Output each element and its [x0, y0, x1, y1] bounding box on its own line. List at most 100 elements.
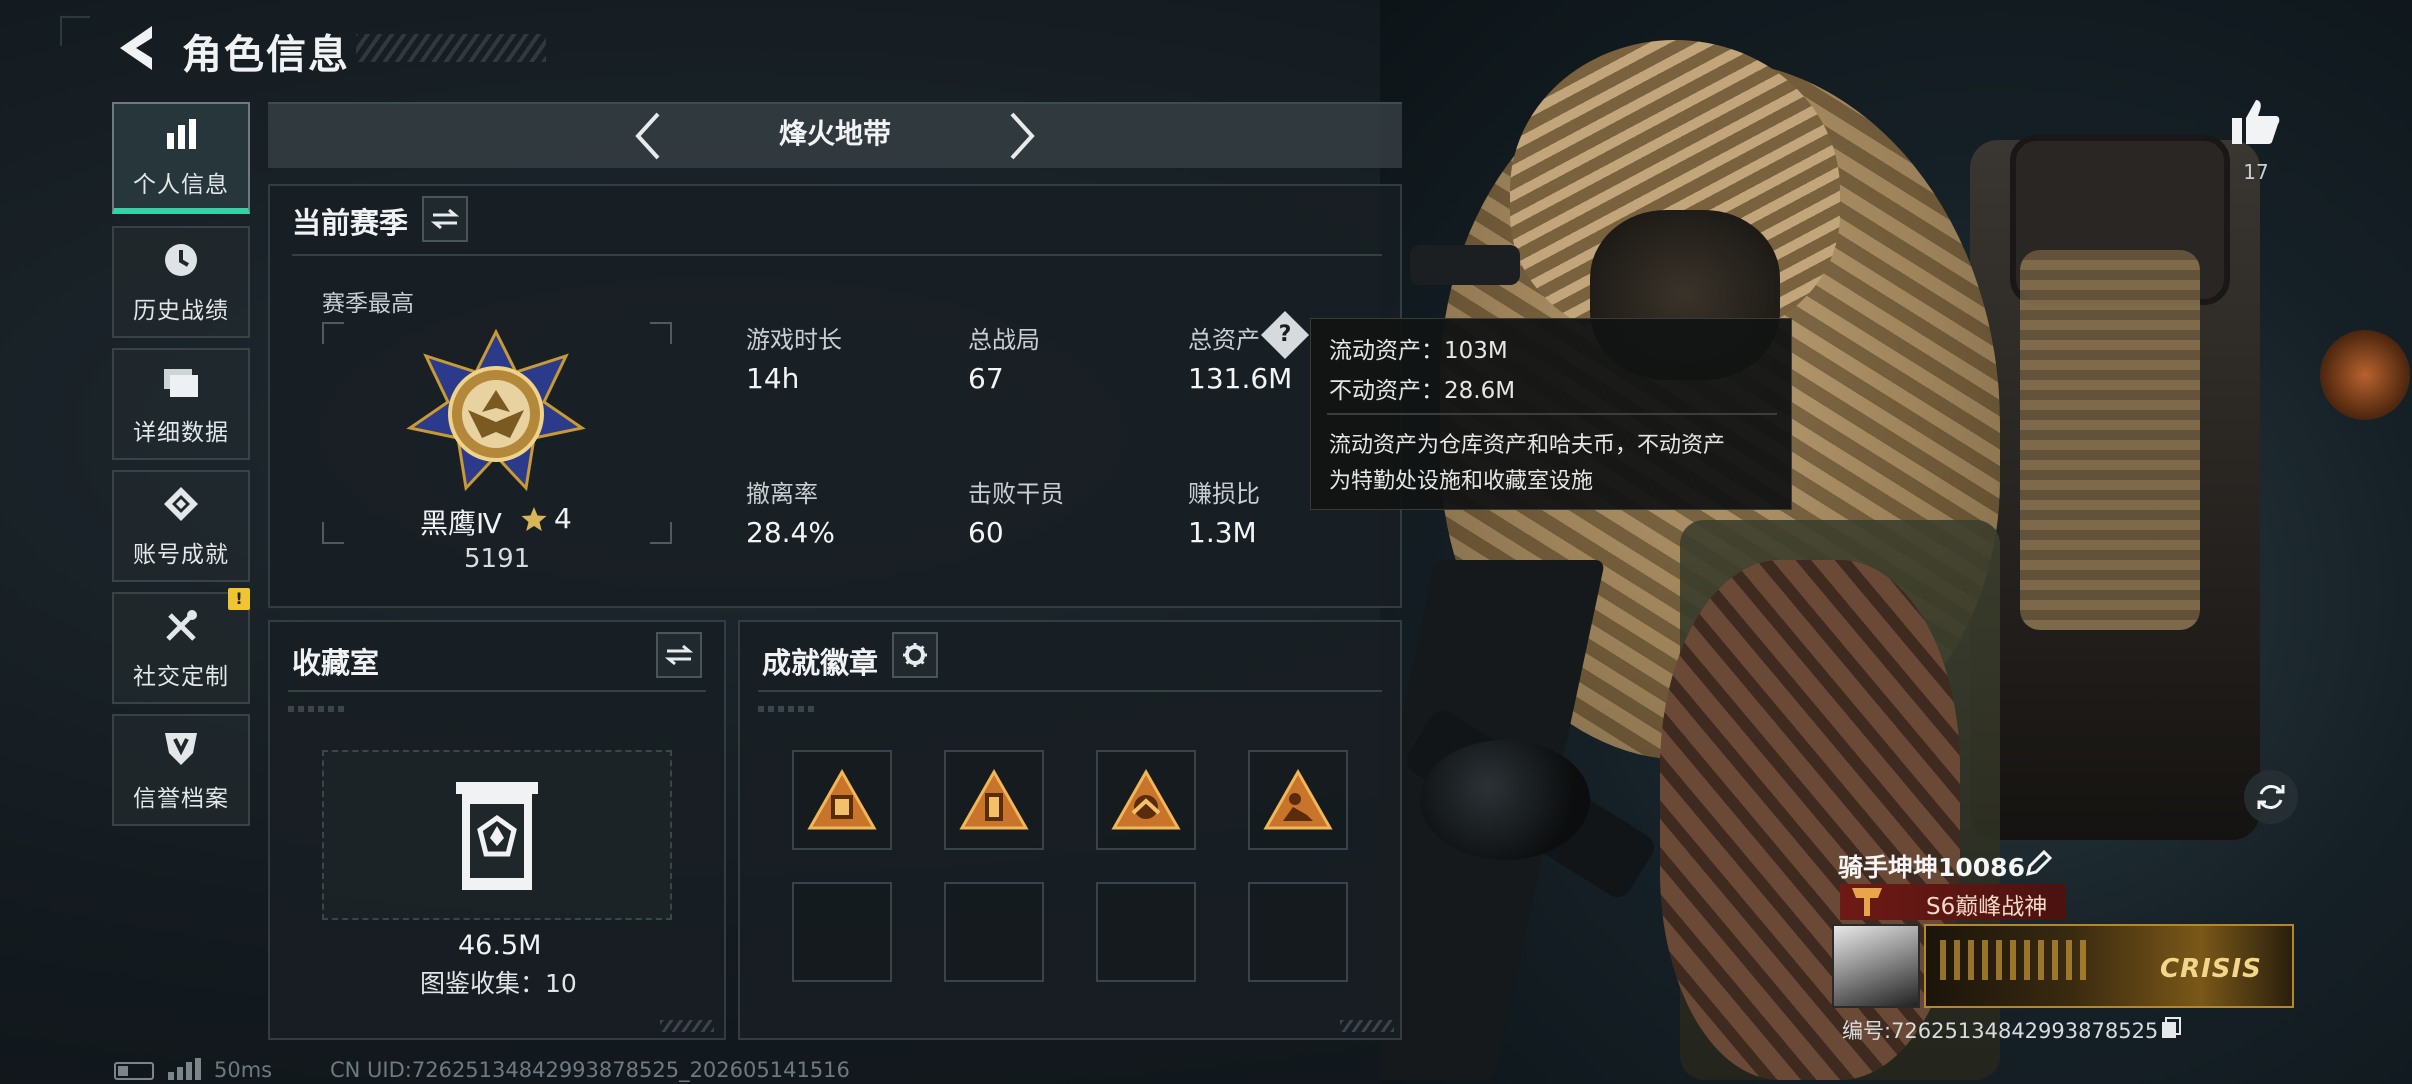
achievement-badge-empty[interactable]: [1096, 882, 1196, 982]
dot-decoration: [288, 706, 348, 712]
stat-value-total-matches: 67: [968, 362, 1004, 395]
help-question-mark: ?: [1278, 322, 1292, 347]
page-title: 角色信息: [182, 32, 350, 78]
divider: [292, 254, 1382, 256]
chevron-left-icon[interactable]: [628, 108, 668, 164]
sidebar-item-label: 社交定制: [133, 664, 229, 690]
season-panel-title: 当前赛季: [292, 206, 409, 240]
banner-pattern: [1940, 940, 2090, 980]
sidebar-item-label: 详细数据: [133, 420, 229, 446]
achievement-icon: [160, 483, 202, 525]
sidebar-item-detailed-data[interactable]: 详细数据: [112, 348, 250, 460]
refresh-icon: [2257, 785, 2285, 809]
rank-emblem-icon: [406, 328, 586, 498]
stat-label-operators-killed: 击败干员: [968, 480, 1064, 508]
achievement-badge[interactable]: [1248, 750, 1348, 850]
badge-soldier-icon: [1263, 769, 1333, 830]
shield-icon: [160, 727, 202, 769]
frame-corner: [650, 322, 672, 344]
divider: [288, 690, 706, 692]
stat-value-operators-killed: 60: [968, 516, 1004, 549]
swap-collection-button[interactable]: [656, 632, 702, 678]
stat-label-play-time: 游戏时长: [746, 326, 842, 354]
star-icon: [520, 505, 548, 533]
sidebar-item-label: 信誉档案: [133, 786, 229, 812]
edit-pencil-icon[interactable]: [2024, 848, 2054, 878]
title-decoration: [356, 34, 546, 62]
stat-value-extraction-rate: 28.4%: [746, 516, 835, 549]
rank-name: 黑鹰Ⅳ: [420, 507, 502, 540]
player-name: 骑手坤坤10086: [1838, 853, 2025, 882]
uid-text: CN UID:7262513484299387852​5_20260514151…: [330, 1058, 850, 1082]
tooltip-description-2: 为特勤处设施和收藏室设施: [1329, 469, 1594, 494]
achievement-settings-button[interactable]: [892, 632, 938, 678]
frame-corner: [322, 322, 344, 344]
player-avatar[interactable]: [1832, 924, 1920, 1008]
achievement-badge[interactable]: [1096, 750, 1196, 850]
stat-label-profit-ratio: 赚损比: [1188, 480, 1260, 508]
warning-badge: !: [228, 588, 250, 610]
sidebar-item-label: 账号成就: [133, 542, 229, 568]
ping-value: 50ms: [214, 1058, 273, 1082]
swap-icon: [665, 644, 693, 666]
battery-level: [118, 1066, 128, 1076]
corner-bracket: [60, 16, 90, 46]
vault-icon: [454, 780, 540, 898]
corner-decoration: [660, 1020, 714, 1032]
catalog-count: 图鉴收集：10: [420, 969, 577, 998]
season-best-label: 赛季最高: [322, 291, 414, 317]
stat-value-play-time: 14h: [746, 362, 800, 395]
dot-decoration: [758, 706, 818, 712]
swap-icon: [431, 208, 459, 230]
sidebar-item-personal-info[interactable]: 个人信息: [112, 102, 250, 214]
achievement-badge-empty[interactable]: [944, 882, 1044, 982]
divider: [758, 690, 1382, 692]
swap-season-button[interactable]: [422, 196, 468, 242]
scope-lens: [2320, 330, 2410, 420]
rifle-scope: [1420, 740, 1590, 860]
gear-icon: [903, 643, 927, 667]
collection-preview[interactable]: [322, 750, 672, 920]
tooltip-fixed-assets: 不动资产：28.6M: [1329, 378, 1516, 404]
sidebar-item-label: 个人信息: [133, 172, 229, 198]
rotate-model-button[interactable]: [2244, 770, 2298, 824]
tools-icon: [160, 605, 202, 647]
back-arrow-icon[interactable]: [112, 20, 164, 76]
copy-icon[interactable]: [2160, 1016, 2182, 1040]
achievement-badge[interactable]: [792, 750, 892, 850]
clock-icon: [160, 239, 202, 281]
stat-value-profit-ratio: 1.3M: [1188, 516, 1257, 549]
backpack-roll: [2020, 250, 2200, 630]
badge-hands-icon: [1111, 769, 1181, 830]
achievements-title: 成就徽章: [762, 646, 879, 680]
achievement-badge-empty[interactable]: [792, 882, 892, 982]
sidebar-item-reputation[interactable]: 信誉档案: [112, 714, 250, 826]
stat-label-total-matches: 总战局: [968, 326, 1040, 354]
frame-corner: [650, 522, 672, 544]
thumbs-up-icon[interactable]: [2230, 96, 2282, 148]
player-serial: 编号:7262513484299387852​5: [1842, 1019, 2159, 1043]
collection-title: 收藏室: [292, 646, 380, 680]
tooltip-divider: [1327, 413, 1777, 415]
chevron-right-icon[interactable]: [1002, 108, 1042, 164]
rank-tag-text: S6巅峰战神: [1926, 894, 2048, 920]
rank-points: 5191: [464, 544, 531, 574]
assets-tooltip: 流动资产：103M 不动资产：28.6M 流动资产为仓库资产和哈夫币，不动资产 …: [1310, 318, 1792, 510]
tooltip-liquid-assets: 流动资产：103M: [1329, 338, 1508, 364]
achievement-badge-empty[interactable]: [1248, 882, 1348, 982]
tooltip-description: 流动资产为仓库资产和哈夫币，不动资产: [1329, 433, 1726, 458]
mode-title: 烽火地带: [778, 117, 891, 150]
stat-label-extraction-rate: 撤离率: [746, 480, 818, 508]
badge-armor-icon: [807, 769, 877, 830]
like-count: 17: [2243, 160, 2269, 184]
corner-decoration: [1340, 1020, 1394, 1032]
rank-stars: 4: [554, 502, 572, 535]
achievement-badge[interactable]: [944, 750, 1044, 850]
badge-tower-icon: [959, 769, 1029, 830]
signal-icon: [166, 1058, 202, 1080]
rank-trophy-icon: [1846, 884, 1888, 920]
sidebar-item-match-history[interactable]: 历史战绩: [112, 226, 250, 338]
sidebar-item-achievements[interactable]: 账号成就: [112, 470, 250, 582]
bar-chart-icon: [160, 113, 202, 155]
folder-icon: [160, 361, 202, 403]
